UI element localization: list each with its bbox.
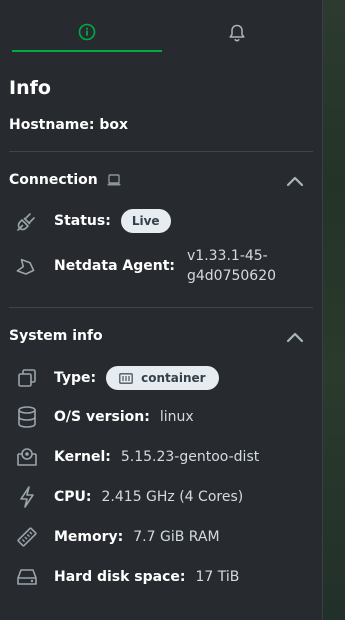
memory-icon: [14, 524, 40, 550]
chevron-up-icon: [286, 332, 304, 343]
panel-tabs: [12, 14, 312, 52]
type-row: Type: container: [14, 365, 219, 391]
info-panel: Info Hostname: box Connection Status: Li…: [0, 0, 322, 620]
copy-icon: [14, 365, 40, 391]
agent-version-line1: v1.33.1-45-: [187, 248, 268, 264]
kernel-row: Kernel: 5.15.23-gentoo-dist: [14, 444, 259, 470]
agent-version-line2: g4d0750620: [187, 268, 277, 284]
status-badge: Live: [120, 209, 171, 233]
agent-label: Netdata Agent:: [54, 258, 175, 274]
chevron-up-icon: [286, 176, 304, 187]
agent-row: Netdata Agent: v1.33.1-45- g4d0750620: [14, 246, 276, 286]
hostname: Hostname: box: [9, 117, 128, 133]
type-value: container: [141, 371, 206, 385]
os-value: linux: [159, 409, 194, 425]
plug-icon: [14, 208, 40, 234]
disk-label: Hard disk space:: [54, 569, 186, 585]
connection-title: Connection: [9, 172, 98, 188]
system-collapse-button[interactable]: [284, 326, 306, 348]
memory-label: Memory:: [54, 529, 124, 545]
disk-row: Hard disk space: 17 TiB: [14, 564, 239, 590]
cpu-label: CPU:: [54, 489, 92, 505]
divider: [9, 151, 313, 152]
memory-value: 7.7 GiB RAM: [133, 529, 220, 545]
kernel-icon: [14, 444, 40, 470]
cpu-row: CPU: 2.415 GHz (4 Cores): [14, 484, 243, 510]
connection-collapse-button[interactable]: [284, 170, 306, 192]
kernel-value: 5.15.23-gentoo-dist: [120, 449, 260, 465]
system-title: System info: [9, 328, 103, 344]
tab-notifications[interactable]: [162, 14, 312, 52]
os-row: O/S version: linux: [14, 404, 194, 430]
tag-icon: [14, 255, 40, 281]
container-icon: [119, 372, 133, 384]
bell-icon: [229, 24, 245, 42]
os-label: O/S version:: [54, 409, 150, 425]
laptop-icon: [107, 174, 121, 186]
disk-value: 17 TiB: [195, 569, 240, 585]
connection-section-title: Connection: [9, 172, 122, 188]
database-icon: [14, 404, 40, 430]
status-value: Live: [131, 214, 160, 228]
kernel-label: Kernel:: [54, 449, 111, 465]
status-label: Status:: [54, 213, 111, 229]
agent-version: v1.33.1-45- g4d0750620: [187, 246, 276, 286]
page-title: Info: [9, 77, 51, 99]
hard-disk-icon: [14, 564, 40, 590]
background-edge: [322, 0, 345, 620]
info-icon: [78, 23, 96, 41]
cpu-value: 2.415 GHz (4 Cores): [101, 489, 244, 505]
type-badge: container: [106, 366, 219, 390]
lightning-icon: [14, 484, 40, 510]
memory-row: Memory: 7.7 GiB RAM: [14, 524, 220, 550]
status-row: Status: Live: [14, 208, 171, 234]
system-section-title: System info: [9, 328, 103, 344]
tab-info[interactable]: [12, 14, 162, 52]
divider: [9, 307, 313, 308]
type-label: Type:: [54, 370, 97, 386]
